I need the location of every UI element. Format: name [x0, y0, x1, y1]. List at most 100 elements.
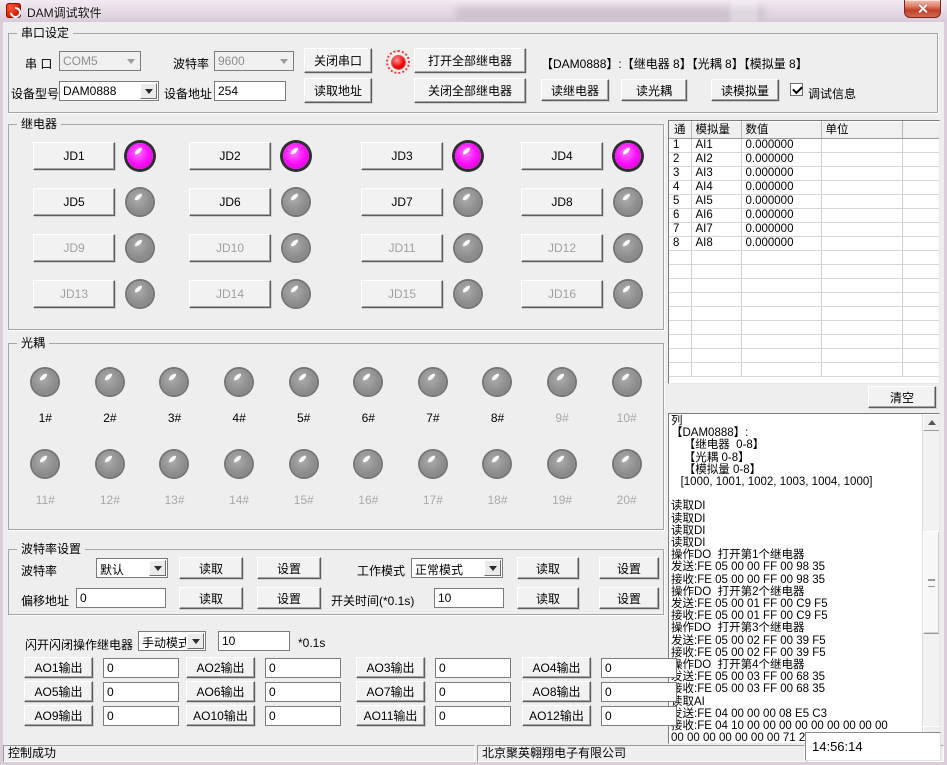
- opto-cell-5: 5#: [271, 366, 336, 425]
- chevron-down-icon: [149, 560, 166, 576]
- relay-jd5-button[interactable]: JD5: [33, 188, 115, 216]
- ao5-value-input[interactable]: [103, 682, 179, 702]
- relay-jd13-button[interactable]: JD13: [33, 280, 115, 308]
- model-select[interactable]: DAM0888: [59, 81, 159, 101]
- ao7-value-input[interactable]: [435, 682, 511, 702]
- ao5-output-button[interactable]: AO5输出: [24, 681, 93, 702]
- col-unit[interactable]: 单位: [821, 121, 902, 138]
- relay-cell-15: JD15: [361, 279, 521, 309]
- ao1-output-button[interactable]: AO1输出: [24, 657, 93, 678]
- clear-log-button[interactable]: 清空: [868, 386, 936, 408]
- work-mode-set-button[interactable]: 设置: [599, 557, 659, 579]
- baud-set-button[interactable]: 设置: [257, 557, 321, 579]
- device-address-input[interactable]: [214, 81, 286, 101]
- relay-jd12-button[interactable]: JD12: [521, 234, 603, 262]
- port-select-value: COM5: [60, 52, 121, 70]
- offset-set-button[interactable]: 设置: [257, 587, 321, 609]
- relay-jd9-button[interactable]: JD9: [33, 234, 115, 262]
- ao11-value-input[interactable]: [435, 706, 511, 726]
- debug-info-checkbox[interactable]: [790, 83, 803, 96]
- ao7-output-button[interactable]: AO7输出: [356, 681, 425, 702]
- open-all-relays-button[interactable]: 打开全部继电器: [414, 48, 526, 73]
- offset-input[interactable]: [76, 588, 166, 608]
- close-button[interactable]: [904, 0, 941, 18]
- switch-time-set-button[interactable]: 设置: [599, 587, 659, 609]
- table-row-2[interactable]: 2AI20.000000: [669, 152, 939, 166]
- log-scrollbar[interactable]: [922, 414, 939, 743]
- ao9-output-button[interactable]: AO9输出: [24, 705, 93, 726]
- ao6-output-button[interactable]: AO6输出: [186, 681, 255, 702]
- title-bar[interactable]: DAM调试软件: [0, 0, 947, 22]
- relay-jd16-button[interactable]: JD16: [521, 280, 603, 308]
- ao2-value-input[interactable]: [265, 658, 341, 678]
- port-select[interactable]: COM5: [59, 51, 141, 71]
- ao10-value-input[interactable]: [265, 706, 341, 726]
- scrollbar-thumb[interactable]: [923, 531, 940, 634]
- relay-cell-8: JD8: [521, 187, 663, 217]
- ao9-value-input[interactable]: [103, 706, 179, 726]
- relay-jd11-button[interactable]: JD11: [361, 234, 443, 262]
- ao1-value-input[interactable]: [103, 658, 179, 678]
- table-row-6[interactable]: 6AI60.000000: [669, 208, 939, 222]
- col-extra[interactable]: [902, 121, 939, 138]
- relay-jd2-button[interactable]: JD2: [189, 142, 271, 170]
- cell-val: 0.000000: [741, 194, 821, 208]
- ao8-output-button[interactable]: AO8输出: [522, 681, 591, 702]
- ao10-output-button[interactable]: AO10输出: [186, 705, 255, 726]
- offset-read-button[interactable]: 读取: [179, 587, 243, 609]
- col-value[interactable]: 数值: [741, 121, 821, 138]
- ao3-value-input[interactable]: [435, 658, 511, 678]
- table-row-1[interactable]: 1AI10.000000: [669, 138, 939, 152]
- work-mode-read-button[interactable]: 读取: [517, 557, 579, 579]
- ao3-output-button[interactable]: AO3输出: [356, 657, 425, 678]
- ao11-output-button[interactable]: AO11输出: [356, 705, 425, 726]
- table-row-5[interactable]: 5AI50.000000: [669, 194, 939, 208]
- table-row-8[interactable]: 8AI80.000000: [669, 236, 939, 250]
- switch-time-read-button[interactable]: 读取: [517, 587, 579, 609]
- table-row-4[interactable]: 4AI40.000000: [669, 180, 939, 194]
- ao-cell-8: AO8输出: [522, 681, 677, 702]
- cell-unit: [821, 222, 902, 236]
- ao4-value-input[interactable]: [601, 658, 677, 678]
- table-row-7[interactable]: 7AI70.000000: [669, 222, 939, 236]
- ao8-value-input[interactable]: [601, 682, 677, 702]
- col-analog[interactable]: 模拟量: [691, 121, 741, 138]
- ao12-value-input[interactable]: [601, 706, 677, 726]
- read-opto-button[interactable]: 读光耦: [621, 79, 687, 101]
- close-serial-button[interactable]: 关闭串口: [304, 48, 372, 73]
- opto-13-label: 13#: [164, 493, 184, 507]
- work-mode-select[interactable]: 正常模式: [411, 558, 503, 578]
- baud-select[interactable]: 9600: [214, 51, 294, 71]
- table-empty-row: [669, 292, 939, 306]
- baud2-select[interactable]: 默认: [96, 558, 168, 578]
- relay-jd15-button[interactable]: JD15: [361, 280, 443, 308]
- ao12-output-button[interactable]: AO12输出: [522, 705, 591, 726]
- relay-jd10-button[interactable]: JD10: [189, 234, 271, 262]
- ao6-value-input[interactable]: [265, 682, 341, 702]
- relay-cell-12: JD12: [521, 233, 663, 263]
- relay-jd8-button[interactable]: JD8: [521, 188, 603, 216]
- read-relay-button[interactable]: 读继电器: [541, 79, 609, 101]
- debug-log[interactable]: 列 【DAM0888】: 【继电器 0-8】 【光耦 0-8】 【模拟量 0-8…: [668, 413, 940, 744]
- relay-jd3-button[interactable]: JD3: [361, 142, 443, 170]
- baud-read-button[interactable]: 读取: [179, 557, 243, 579]
- table-row-3[interactable]: 3AI30.000000: [669, 166, 939, 180]
- opto-cell-18: 18#: [465, 448, 530, 507]
- ao4-output-button[interactable]: AO4输出: [522, 657, 591, 678]
- read-address-button[interactable]: 读取地址: [304, 78, 372, 103]
- close-all-relays-button[interactable]: 关闭全部继电器: [414, 78, 526, 103]
- ao2-output-button[interactable]: AO2输出: [186, 657, 255, 678]
- relay-jd14-button[interactable]: JD14: [189, 280, 271, 308]
- flash-time-input[interactable]: [218, 631, 290, 651]
- relay-jd4-button[interactable]: JD4: [521, 142, 603, 170]
- relay-jd4-led: [615, 143, 641, 169]
- relay-jd6-button[interactable]: JD6: [189, 188, 271, 216]
- col-channel[interactable]: 通: [669, 121, 691, 138]
- opto-1-label: 1#: [39, 411, 52, 425]
- switch-time-input[interactable]: [434, 588, 504, 608]
- relay-jd7-button[interactable]: JD7: [361, 188, 443, 216]
- scroll-up-icon[interactable]: [923, 414, 940, 431]
- read-analog-button[interactable]: 读模拟量: [711, 79, 779, 101]
- relay-jd1-button[interactable]: JD1: [33, 142, 115, 170]
- flash-mode-select[interactable]: 手动模式: [138, 631, 206, 651]
